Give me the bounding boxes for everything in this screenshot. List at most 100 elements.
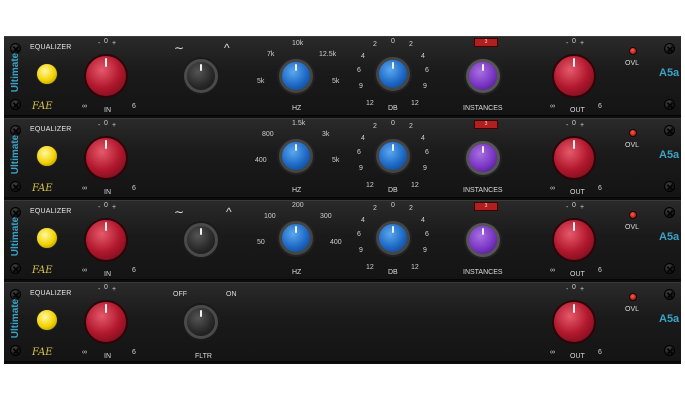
output-knob[interactable] [552,54,596,98]
in-scale-six: 6 [132,103,136,110]
freq-tick: 5k [332,78,340,85]
shape-knob[interactable] [184,223,218,257]
gain-tick: 0 [391,38,395,45]
eq-unit-1: Ultimate EQUALIZER FAE - 0 + ∞ 6 IN ∼ ^ … [4,36,681,116]
logo: FAE [32,347,53,358]
instances-label: INSTANCES [463,187,503,194]
instances-button[interactable]: 3 [474,38,498,47]
peak-icon[interactable]: ^ [226,205,232,219]
out-scale-inf: ∞ [550,185,555,192]
in-scale-plus: + [112,122,117,129]
power-button[interactable] [36,145,58,167]
freq-tick: 5k [332,157,340,164]
gain-tick: 12 [411,100,419,107]
screw-icon [10,99,21,110]
out-scale-six: 6 [598,103,602,110]
gain-tick: 12 [366,264,374,271]
input-knob[interactable] [84,54,128,98]
ultimate-label: Ultimate [10,134,22,175]
in-scale-minus: - [98,122,101,129]
instances-knob[interactable] [466,59,500,93]
low-shelf-icon[interactable]: ∼ [174,205,184,219]
instances-label: INSTANCES [463,269,503,276]
frequency-knob[interactable] [279,59,313,93]
screw-icon [664,345,675,356]
input-knob[interactable] [84,136,128,180]
ovl-led [629,47,637,55]
gain-tick: 6 [425,67,429,74]
instances-button[interactable]: 3 [474,202,498,211]
gain-tick: 4 [421,135,425,142]
gain-tick: 4 [361,53,365,60]
screw-icon [10,263,21,274]
in-scale-inf: ∞ [82,185,87,192]
gain-tick: 2 [373,123,377,130]
frequency-knob[interactable] [279,139,313,173]
ovl-label: OVL [625,306,640,313]
frequency-knob[interactable] [279,221,313,255]
gain-knob[interactable] [376,221,410,255]
ultimate-label: Ultimate [10,298,22,339]
input-knob[interactable] [84,300,128,344]
instances-button[interactable]: 3 [474,120,498,129]
freq-tick: 10k [292,40,304,47]
in-scale-plus: + [112,204,117,211]
freq-tick: 12.5k [319,51,337,58]
instances-label: INSTANCES [463,105,503,112]
low-shelf-icon[interactable]: ∼ [174,41,184,55]
gain-tick: 9 [423,83,427,90]
equalizer-label: EQUALIZER [30,44,72,51]
hz-label: HZ [292,187,302,194]
out-scale-plus: + [580,286,585,293]
out-scale-zero: 0 [572,38,576,45]
instances-knob[interactable] [466,223,500,257]
gain-tick: 0 [391,202,395,209]
gain-tick: 12 [366,182,374,189]
in-scale-plus: + [112,286,117,293]
power-button[interactable] [36,63,58,85]
shape-knob[interactable] [184,59,218,93]
filter-on-label: ON [226,291,237,298]
gain-tick: 6 [425,149,429,156]
in-scale-six: 6 [132,185,136,192]
gain-knob[interactable] [376,139,410,173]
gain-tick: 2 [409,205,413,212]
output-knob[interactable] [552,300,596,344]
input-knob[interactable] [84,218,128,262]
out-scale-zero: 0 [572,284,576,291]
model-label: A5a [659,231,680,243]
screw-icon [664,43,675,54]
db-label: DB [388,187,398,194]
in-scale-zero: 0 [104,120,108,127]
gain-tick: 9 [423,247,427,254]
hz-label: HZ [292,105,302,112]
freq-tick: 200 [292,202,304,209]
instances-knob[interactable] [466,141,500,175]
gain-tick: 6 [357,231,361,238]
screw-icon [10,181,21,192]
model-label: A5a [659,149,680,161]
freq-tick: 50 [257,239,265,246]
gain-tick: 4 [421,53,425,60]
screw-icon [664,125,675,136]
power-button[interactable] [36,309,58,331]
gain-knob[interactable] [376,57,410,91]
out-scale-zero: 0 [572,120,576,127]
screw-icon [10,345,21,356]
output-knob[interactable] [552,218,596,262]
screw-icon [664,289,675,300]
out-scale-minus: - [566,40,569,47]
filter-knob[interactable] [184,305,218,339]
peak-icon[interactable]: ^ [224,41,230,55]
in-scale-six: 6 [132,267,136,274]
freq-tick: 400 [330,239,342,246]
in-label: IN [104,271,111,278]
out-scale-minus: - [566,286,569,293]
logo: FAE [32,265,53,276]
eq-unit-filter: Ultimate EQUALIZER FAE - 0 + ∞ 6 IN OFF … [4,282,681,362]
gain-tick: 2 [373,41,377,48]
power-button[interactable] [36,227,58,249]
output-knob[interactable] [552,136,596,180]
out-label: OUT [570,353,585,360]
out-scale-plus: + [580,122,585,129]
